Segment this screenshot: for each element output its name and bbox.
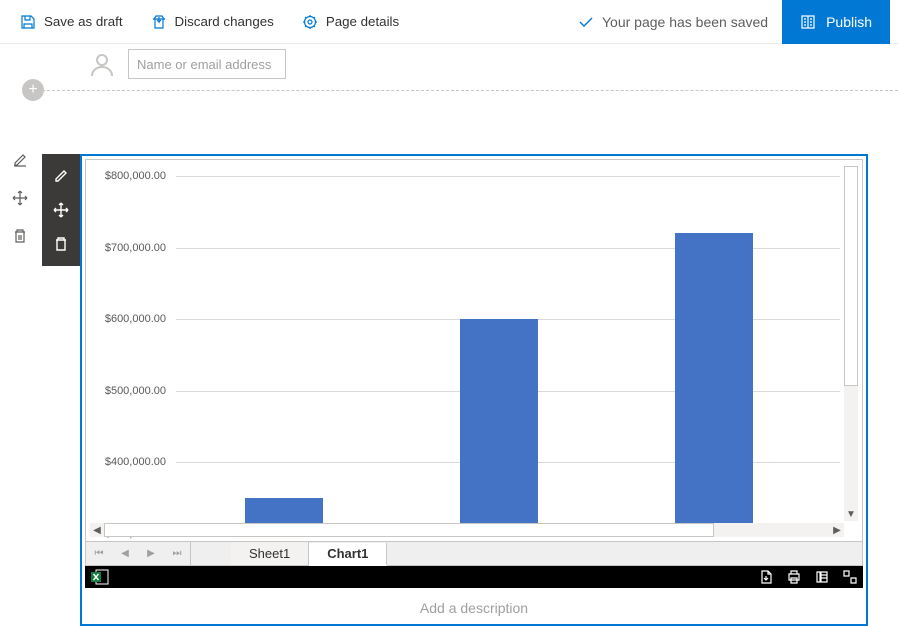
vertical-scroll-thumb[interactable] bbox=[844, 166, 858, 386]
data-button[interactable] bbox=[815, 570, 829, 584]
sheet-tabstrip: ⏮ ◀ ▶ ⏭ Sheet1 Chart1 bbox=[85, 542, 863, 566]
publish-icon bbox=[800, 14, 816, 30]
fullscreen-button[interactable] bbox=[843, 570, 857, 584]
last-sheet-button[interactable]: ⏭ bbox=[164, 548, 190, 559]
section-divider: + bbox=[0, 90, 898, 91]
y-axis-tick: $400,000.00 bbox=[98, 456, 166, 468]
y-axis-tick: $500,000.00 bbox=[98, 385, 166, 397]
scroll-right-arrow-icon[interactable]: ▶ bbox=[830, 523, 844, 537]
page-details-label: Page details bbox=[326, 14, 399, 29]
gear-icon bbox=[302, 14, 318, 30]
vertical-scrollbar[interactable]: ▲ ▼ bbox=[844, 166, 858, 521]
command-bar-left: Save as draft Discard changes Page detai… bbox=[8, 2, 411, 42]
discard-icon bbox=[151, 14, 167, 30]
y-axis-tick: $800,000.00 bbox=[98, 170, 166, 182]
discard-changes-button[interactable]: Discard changes bbox=[139, 2, 286, 42]
chart-gridline bbox=[176, 176, 840, 177]
move-webpart-button[interactable] bbox=[53, 202, 69, 218]
sheet-nav-buttons: ⏮ ◀ ▶ ⏭ bbox=[86, 542, 191, 565]
page-canvas: + $800, bbox=[0, 44, 898, 587]
save-draft-button[interactable]: Save as draft bbox=[8, 2, 135, 42]
chart-bar bbox=[675, 233, 753, 523]
plus-icon: + bbox=[28, 82, 37, 98]
edit-webpart-button[interactable] bbox=[53, 168, 69, 184]
save-status: Your page has been saved bbox=[564, 14, 782, 30]
horizontal-scroll-thumb[interactable] bbox=[104, 523, 714, 537]
workbook-footer bbox=[85, 566, 863, 588]
download-button[interactable] bbox=[759, 570, 773, 584]
scroll-left-arrow-icon[interactable]: ◀ bbox=[90, 523, 104, 537]
delete-section-button[interactable] bbox=[12, 228, 28, 244]
y-axis-tick: $700,000.00 bbox=[98, 242, 166, 254]
excel-logo-icon bbox=[91, 569, 109, 585]
save-status-text: Your page has been saved bbox=[602, 14, 768, 30]
next-sheet-button[interactable]: ▶ bbox=[138, 548, 164, 559]
horizontal-scrollbar[interactable]: ◀ ▶ bbox=[90, 523, 844, 537]
page-details-button[interactable]: Page details bbox=[290, 2, 411, 42]
section-toolbar bbox=[12, 152, 28, 244]
delete-webpart-button[interactable] bbox=[53, 236, 69, 252]
dashed-divider bbox=[42, 90, 898, 91]
checkmark-icon bbox=[578, 14, 594, 30]
sheet-tab-sheet1[interactable]: Sheet1 bbox=[231, 542, 309, 565]
persona-icon bbox=[86, 48, 118, 80]
sheet-tab-label: Sheet1 bbox=[249, 546, 290, 561]
chart-bar bbox=[245, 498, 323, 523]
sheet-tab-label: Chart1 bbox=[327, 546, 368, 561]
first-sheet-button[interactable]: ⏮ bbox=[86, 548, 112, 559]
publish-label: Publish bbox=[826, 14, 872, 30]
chart-plot-area: $800,000.00 $700,000.00 $600,000.00 $500,00… bbox=[90, 164, 844, 523]
command-bar: Save as draft Discard changes Page detai… bbox=[0, 0, 898, 44]
workbook-viewport: $800,000.00 $700,000.00 $600,000.00 $500,00… bbox=[85, 159, 863, 542]
print-button[interactable] bbox=[787, 570, 801, 584]
add-section-button[interactable]: + bbox=[22, 79, 44, 101]
caption-input[interactable]: Add a description bbox=[82, 590, 866, 624]
move-section-button[interactable] bbox=[12, 190, 28, 206]
chart-bar bbox=[460, 319, 538, 523]
sheet-tab-chart1[interactable]: Chart1 bbox=[309, 543, 387, 566]
scroll-down-arrow-icon[interactable]: ▼ bbox=[844, 507, 858, 521]
prev-sheet-button[interactable]: ◀ bbox=[112, 548, 138, 559]
save-draft-label: Save as draft bbox=[44, 14, 123, 29]
excel-webpart: $800,000.00 $700,000.00 $600,000.00 $500,00… bbox=[80, 154, 868, 626]
webpart-toolbar bbox=[42, 154, 80, 266]
save-icon bbox=[20, 14, 36, 30]
caption-placeholder: Add a description bbox=[420, 600, 528, 616]
y-axis-tick: $600,000.00 bbox=[98, 313, 166, 325]
edit-section-button[interactable] bbox=[12, 152, 28, 168]
publish-button[interactable]: Publish bbox=[782, 0, 890, 44]
discard-changes-label: Discard changes bbox=[175, 14, 274, 29]
author-name-input[interactable] bbox=[128, 49, 286, 79]
author-byline bbox=[86, 48, 898, 80]
